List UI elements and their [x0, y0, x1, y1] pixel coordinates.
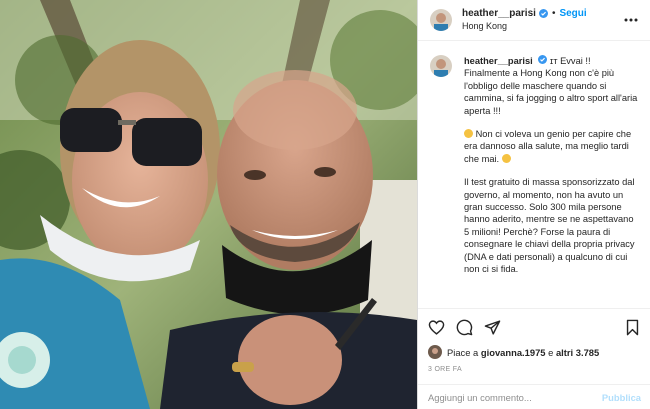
action-icons: [428, 315, 641, 339]
more-options-icon[interactable]: [622, 15, 640, 25]
selfie-image: [0, 0, 417, 409]
likes-prefix: Piace a: [447, 346, 479, 358]
avatar[interactable]: [430, 9, 452, 31]
caption-paragraph-3: Il test gratuito di massa sponsorizzato …: [464, 177, 635, 275]
verified-badge-icon: [538, 55, 548, 64]
avatar: [428, 345, 442, 359]
post-header: heather__parisi • Segui Hong Kong: [418, 0, 650, 41]
likes-middle: e: [548, 346, 554, 358]
verified-badge-icon: [538, 9, 548, 18]
liker-username[interactable]: giovanna.1975: [481, 347, 546, 358]
avatar[interactable]: [430, 55, 452, 77]
post-timestamp[interactable]: 3 ORE FA: [428, 366, 641, 373]
likes-summary: Piace a giovanna.1975 e altri 3.785: [428, 345, 641, 359]
header-text: heather__parisi • Segui Hong Kong: [462, 7, 622, 33]
action-bar: Piace a giovanna.1975 e altri 3.785 3 OR…: [418, 308, 650, 373]
publish-button[interactable]: Pubblica: [602, 392, 641, 403]
username-link[interactable]: heather__parisi: [462, 7, 536, 20]
comment-icon[interactable]: [456, 319, 473, 336]
caption-username[interactable]: heather__parisi: [464, 56, 533, 66]
post-photo[interactable]: [0, 0, 417, 409]
bookmark-icon[interactable]: [624, 319, 641, 336]
share-icon[interactable]: [484, 319, 501, 336]
likes-count-link[interactable]: altri 3.785: [556, 347, 599, 358]
follow-button[interactable]: Segui: [559, 7, 586, 20]
comment-bar: Aggiungi un commento... Pubblica: [418, 384, 650, 409]
location-link[interactable]: Hong Kong: [462, 20, 622, 33]
heart-icon[interactable]: [428, 319, 445, 336]
caption-text: heather__parisi ɪᴛ Evvai !! Finalmente a…: [464, 55, 638, 296]
caption-paragraph-2: Non ci voleva un genio per capire che er…: [464, 129, 632, 164]
smile-emoji-icon: [464, 129, 473, 139]
comment-input[interactable]: Aggiungi un commento...: [428, 392, 602, 403]
caption-area: heather__parisi ɪᴛ Evvai !! Finalmente a…: [418, 41, 650, 296]
separator-dot: •: [551, 8, 556, 19]
post-details-panel: heather__parisi • Segui Hong Kong heathe…: [417, 0, 650, 409]
smile-emoji-icon: [501, 153, 511, 163]
